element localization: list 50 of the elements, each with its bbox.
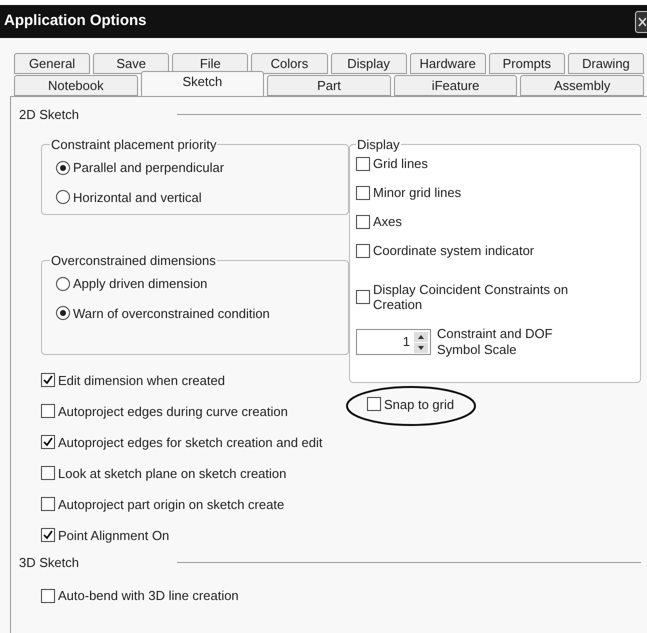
option-checkbox[interactable]: Grid lines [356, 156, 634, 171]
spin-down-icon[interactable] [414, 342, 428, 352]
checkbox-square [356, 244, 370, 258]
checkbox-square [41, 466, 55, 480]
tab[interactable]: Drawing [568, 53, 644, 74]
close-icon [638, 16, 646, 26]
option-radio[interactable]: Warn of overconstrained condition [56, 304, 334, 323]
option-checkbox[interactable]: Display Coincident Constraints on Creation [356, 282, 634, 312]
checkbox-square [356, 156, 370, 170]
tab[interactable]: Sketch [140, 71, 264, 96]
group-title: Display [356, 136, 401, 154]
tab[interactable]: Display [330, 53, 407, 74]
tab[interactable]: Part [267, 75, 391, 96]
tab[interactable]: Prompts [488, 53, 565, 74]
option-checkbox[interactable]: Auto-bend with 3D line creation [41, 588, 647, 603]
tab[interactable]: Assembly [520, 75, 644, 96]
checkbox-square [356, 214, 370, 228]
checkbox-square [367, 397, 381, 411]
option-checkbox[interactable]: Minor grid lines [356, 185, 634, 200]
option-radio[interactable]: Horizontal and vertical [56, 188, 334, 207]
option-checkbox[interactable]: Autoproject part origin on sketch create [41, 496, 349, 512]
option-checkbox[interactable]: Autoproject edges for sketch creation and edit [41, 434, 349, 450]
option-checkbox[interactable]: Coordinate system indicator [356, 243, 634, 258]
checkbox-square [41, 588, 55, 602]
option-checkbox[interactable]: Edit dimension when created [41, 372, 349, 388]
group-title: Constraint placement priority [50, 136, 218, 154]
spin-up-icon[interactable] [414, 332, 428, 342]
tab[interactable]: Colors [251, 53, 328, 74]
window-title: Application Options [4, 11, 146, 32]
option-radio[interactable]: Parallel and perpendicular [56, 158, 334, 178]
spin-field[interactable]: 1 [356, 329, 431, 355]
option-checkbox[interactable]: Autoproject edges during curve creation [41, 404, 349, 418]
option-checkbox[interactable]: Axes [356, 214, 634, 229]
checkbox-square [356, 186, 370, 200]
spin-label: Constraint and DOF Symbol Scale [437, 326, 554, 358]
tab[interactable]: Hardware [410, 53, 486, 74]
checkbox-square [41, 404, 55, 418]
close-button[interactable] [635, 10, 647, 32]
checkbox-square [41, 497, 55, 511]
checkbox-square [356, 290, 370, 304]
tab[interactable]: Save [93, 53, 170, 74]
group-title: Overconstrained dimensions [50, 252, 217, 270]
tab[interactable]: iFeature [394, 75, 518, 96]
option-radio[interactable]: Apply driven dimension [56, 274, 334, 294]
tab[interactable]: Notebook [14, 75, 138, 96]
option-checkbox[interactable]: Look at sketch plane on sketch creation [41, 466, 349, 480]
section-title: 2D Sketch [19, 106, 80, 124]
section-title: 3D Sketch [19, 554, 80, 572]
option-checkbox[interactable]: Point Alignment On [41, 528, 349, 542]
tab[interactable]: General [14, 53, 90, 74]
